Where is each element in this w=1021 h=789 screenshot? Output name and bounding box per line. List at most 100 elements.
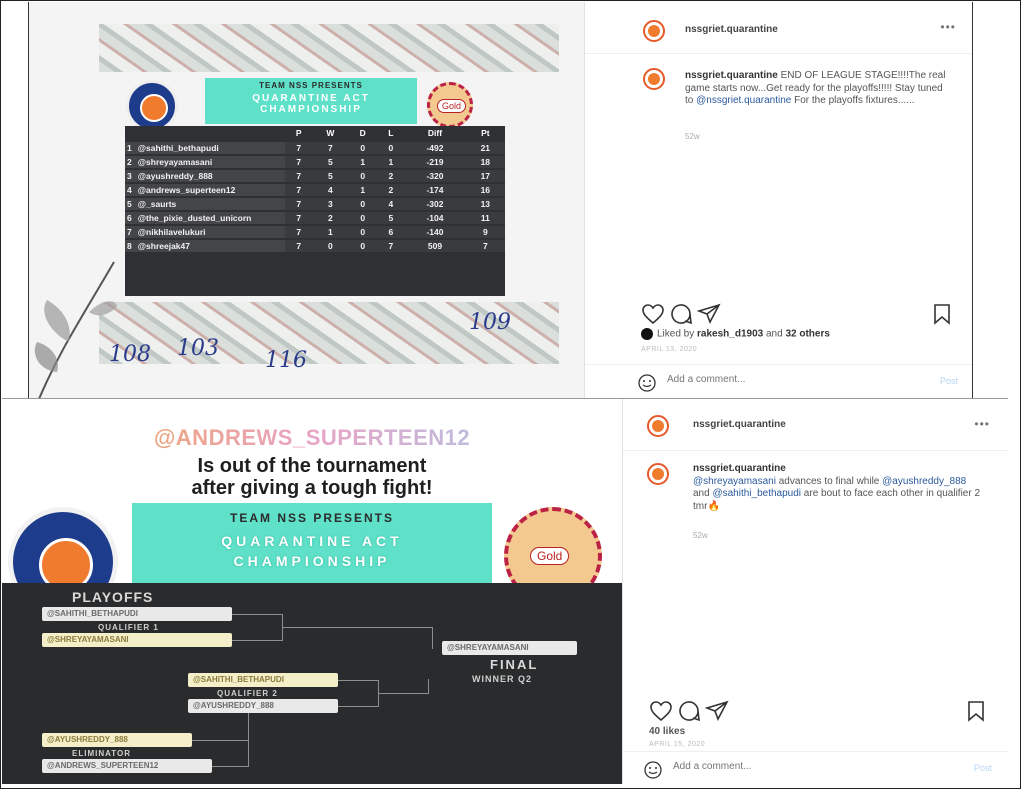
player-name-cell: 6 @the_pixie_dusted_unicorn (125, 210, 285, 225)
rank-number: 6 (127, 213, 132, 223)
caption-avatar[interactable] (647, 463, 669, 485)
stat-cell-l: 2 (377, 182, 405, 197)
stat-cell-l: 7 (377, 238, 405, 252)
stat-cell-p: 7 (284, 154, 313, 169)
avatar[interactable] (643, 20, 665, 42)
caption-username[interactable]: nssgriet.quarantine (685, 70, 778, 81)
emoji-smiley-icon[interactable] (643, 760, 663, 780)
stat-cell-pt: 11 (465, 210, 505, 225)
stat-cell-w: 7 (312, 140, 348, 155)
post-username[interactable]: nssgriet.quarantine (693, 419, 786, 430)
stat-cell-l: 2 (377, 168, 405, 183)
stat-cell-w: 1 (312, 224, 348, 239)
stat-cell-p: 7 (284, 182, 313, 197)
share-icon[interactable] (705, 699, 729, 723)
standings-row: 4 @andrews_superteen12 7 4 1 2 -174 16 (125, 182, 505, 197)
q2-top-slot: @SAHITHI_BETHAPUDI (188, 673, 338, 687)
like-heart-icon[interactable] (641, 302, 665, 326)
post-date: APRIL 13, 2020 (641, 346, 698, 353)
bracket-line (282, 627, 432, 628)
comment-icon[interactable] (669, 302, 693, 326)
more-options-icon[interactable]: ••• (974, 417, 990, 431)
gold-badge-logo-icon: Gold (427, 82, 473, 128)
more-options-icon[interactable]: ••• (940, 20, 956, 34)
bracket-line (432, 627, 433, 649)
liker-username[interactable]: rakesh_d1903 (697, 329, 763, 340)
stat-cell-w: 3 (312, 196, 348, 211)
avatar[interactable] (647, 415, 669, 437)
stat-cell-d: 0 (347, 168, 378, 183)
liker-avatar[interactable] (641, 328, 653, 340)
playoff-bracket: PLAYOFFS @SAHITHI_BETHAPUDI QUALIFIER 1 … (2, 583, 622, 784)
like-heart-icon[interactable] (649, 699, 673, 723)
stat-cell-pt: 17 (465, 168, 505, 183)
handwritten-number: 103 (177, 336, 219, 361)
post-image-playoffs: @ANDREWS_SUPERTEEN12 Is out of the tourn… (2, 399, 622, 784)
post-age: 52w (685, 132, 700, 141)
stat-cell-w: 0 (312, 238, 348, 252)
comment-input[interactable] (673, 761, 893, 772)
stat-cell-pt: 21 (465, 140, 505, 155)
rank-number: 5 (127, 199, 132, 209)
banner-title: QUARANTINE ACT (221, 533, 403, 549)
col-header: Diff (427, 128, 443, 138)
stat-cell-pt: 7 (465, 238, 505, 252)
comment-icon[interactable] (677, 699, 701, 723)
stat-cell-w: 5 (312, 168, 348, 183)
eliminator-label: ELIMINATOR (72, 749, 132, 758)
likes-others-link[interactable]: 32 others (785, 329, 829, 340)
post-caption: nssgriet.quarantine END OF LEAGUE STAGE!… (685, 70, 950, 108)
stat-cell-p: 7 (284, 196, 313, 211)
caption-username[interactable]: nssgriet.quarantine (693, 463, 786, 474)
winner-label: WINNER Q2 (472, 674, 533, 684)
championship-banner: TEAM NSS PRESENTS QUARANTINE ACT CHAMPIO… (132, 503, 492, 583)
handwritten-number: 109 (469, 310, 511, 335)
final-label: FINAL (490, 657, 539, 672)
likes-count[interactable]: 40 likes (649, 726, 685, 737)
banner-title-2: CHAMPIONSHIP (233, 553, 391, 569)
q1-label: QUALIFIER 1 (98, 623, 159, 632)
col-header: L (388, 128, 394, 138)
scrabble-collage-top (99, 24, 559, 72)
stat-cell-d: 0 (347, 210, 378, 225)
col-header: P (295, 128, 302, 138)
standings-row: 8 @shreejak47 7 0 0 7 509 7 (125, 238, 505, 252)
bracket-line (338, 706, 378, 707)
stat-cell-diff: -492 (404, 140, 466, 155)
bookmark-icon[interactable] (930, 302, 954, 326)
headline-line-1: Is out of the tournament (197, 455, 427, 477)
bookmark-icon[interactable] (964, 699, 988, 723)
q2-label: QUALIFIER 2 (217, 689, 278, 698)
caption-avatar[interactable] (643, 68, 665, 90)
stat-cell-diff: -320 (404, 168, 466, 183)
emoji-smiley-icon[interactable] (637, 373, 657, 393)
share-icon[interactable] (697, 302, 721, 326)
caption-mention[interactable]: @ayushreddy_888 (882, 476, 966, 487)
final-slot: @SHREYAYAMASANI (442, 641, 577, 655)
caption-mention[interactable]: @nssgriet.quarantine (696, 95, 791, 106)
bracket-line (232, 614, 282, 615)
banner-presenter: TEAM NSS PRESENTS (229, 511, 395, 525)
standings-table: P W D L Diff Pt 1 @sahithi_bethapudi 7 7 0 0-… (125, 126, 505, 296)
caption-mention[interactable]: @shreyayamasani (693, 476, 776, 487)
gold-badge-label: Gold (437, 99, 467, 113)
stat-cell-l: 1 (377, 154, 405, 169)
comment-bar: Post (585, 364, 972, 398)
post-actions (643, 699, 988, 723)
championship-banner: TEAM NSS PRESENTS QUARANTINE ACT CHAMPIO… (205, 78, 417, 124)
comment-input[interactable] (667, 374, 887, 385)
post-comment-button[interactable]: Post (940, 376, 958, 386)
stat-cell-l: 0 (377, 140, 405, 155)
stat-cell-diff: -174 (404, 182, 466, 197)
post-header: nssgriet.quarantine ••• (585, 2, 972, 54)
standings-row: 6 @the_pixie_dusted_unicorn 7 2 0 5 -104 11 (125, 210, 505, 225)
stat-cell-d: 0 (347, 196, 378, 211)
bracket-title: PLAYOFFS (72, 589, 154, 605)
player-handle: @sahithi_bethapudi (137, 143, 219, 153)
caption-mention[interactable]: @sahithi_bethapudi (712, 488, 801, 499)
post-username[interactable]: nssgriet.quarantine (685, 24, 778, 35)
rank-number: 2 (127, 157, 132, 167)
post-comment-button[interactable]: Post (974, 763, 992, 773)
comment-bar: Post (623, 751, 1008, 784)
standings-row: 7 @nikhilavelukuri 7 1 0 6 -140 9 (125, 224, 505, 239)
